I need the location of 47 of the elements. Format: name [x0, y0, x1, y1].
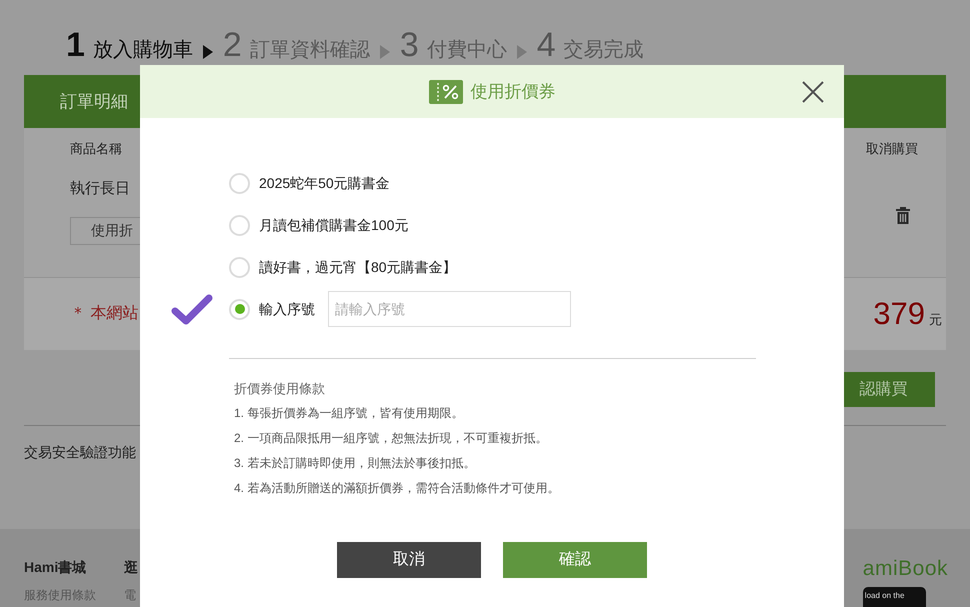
terms-text: 4. 若為活動所贈送的滿額折價券，需符合活動條件才可使用。: [234, 480, 560, 497]
option-label: 輸入序號: [259, 300, 315, 318]
option-label: 月讀包補償購書金100元: [259, 216, 408, 234]
option-label: 2025蛇年50元購書金: [259, 174, 390, 192]
currency-label: 元: [929, 310, 942, 329]
option-label: 讀好書，過元宵【80元購書金】: [259, 258, 457, 276]
radio-button[interactable]: [229, 256, 250, 278]
dialog-title: 使用折價券: [470, 80, 556, 103]
footer-heading: 逛: [124, 558, 138, 577]
footer-heading: Hami書城: [24, 558, 86, 577]
terms-text: 2. 一項商品限抵用一組序號，恕無法折現，不可重複折抵。: [234, 430, 548, 447]
app-store-badge[interactable]: load on the: [862, 586, 926, 607]
checkout-button[interactable]: 認購買: [844, 372, 935, 407]
step-label: 交易完成: [564, 38, 644, 63]
close-button[interactable]: [802, 80, 824, 102]
column-header: 商品名稱: [70, 140, 122, 158]
coupon-button[interactable]: 使用折: [70, 216, 140, 244]
security-text: 交易安全驗證功能: [24, 444, 136, 460]
terms-text: 3. 若未於訂購時即使用，則無法於事後扣抵。: [234, 455, 476, 472]
terms-text: 1. 每張折價券為一組序號，皆有使用期限。: [234, 405, 464, 422]
footer-link[interactable]: 電: [124, 586, 136, 604]
total-price: 379: [873, 294, 925, 333]
step-label: 訂單資料確認: [250, 38, 370, 63]
step-number: 4: [536, 28, 556, 62]
product-name: 執行長日: [70, 179, 131, 199]
radio-button[interactable]: [229, 172, 250, 194]
step-number: 2: [222, 28, 242, 62]
brand-logo: amiBook: [862, 556, 948, 582]
arrow-icon: [516, 44, 527, 58]
column-header: 取消購買: [866, 140, 918, 158]
cancel-button[interactable]: 取消: [337, 542, 481, 578]
step-number: 3: [400, 28, 419, 62]
notice-text: ＊ 本網站: [70, 304, 138, 324]
arrow-icon: [380, 44, 390, 58]
footer-link[interactable]: 服務使用條款: [24, 586, 96, 604]
coupon-icon: [428, 80, 462, 104]
step-label: 付費中心: [426, 38, 507, 63]
serial-input[interactable]: 請輸入序號: [328, 291, 571, 327]
arrow-icon: [202, 44, 213, 58]
step-label: 放入購物車: [92, 38, 193, 63]
terms-title: 折價券使用條款: [234, 380, 326, 398]
radio-button[interactable]: [229, 214, 250, 236]
step-number: 1: [66, 28, 85, 62]
confirm-button[interactable]: 確認: [503, 542, 647, 578]
trash-icon[interactable]: [896, 207, 910, 224]
radio-button[interactable]: [229, 298, 250, 320]
section-title: 訂單明細: [60, 90, 128, 113]
